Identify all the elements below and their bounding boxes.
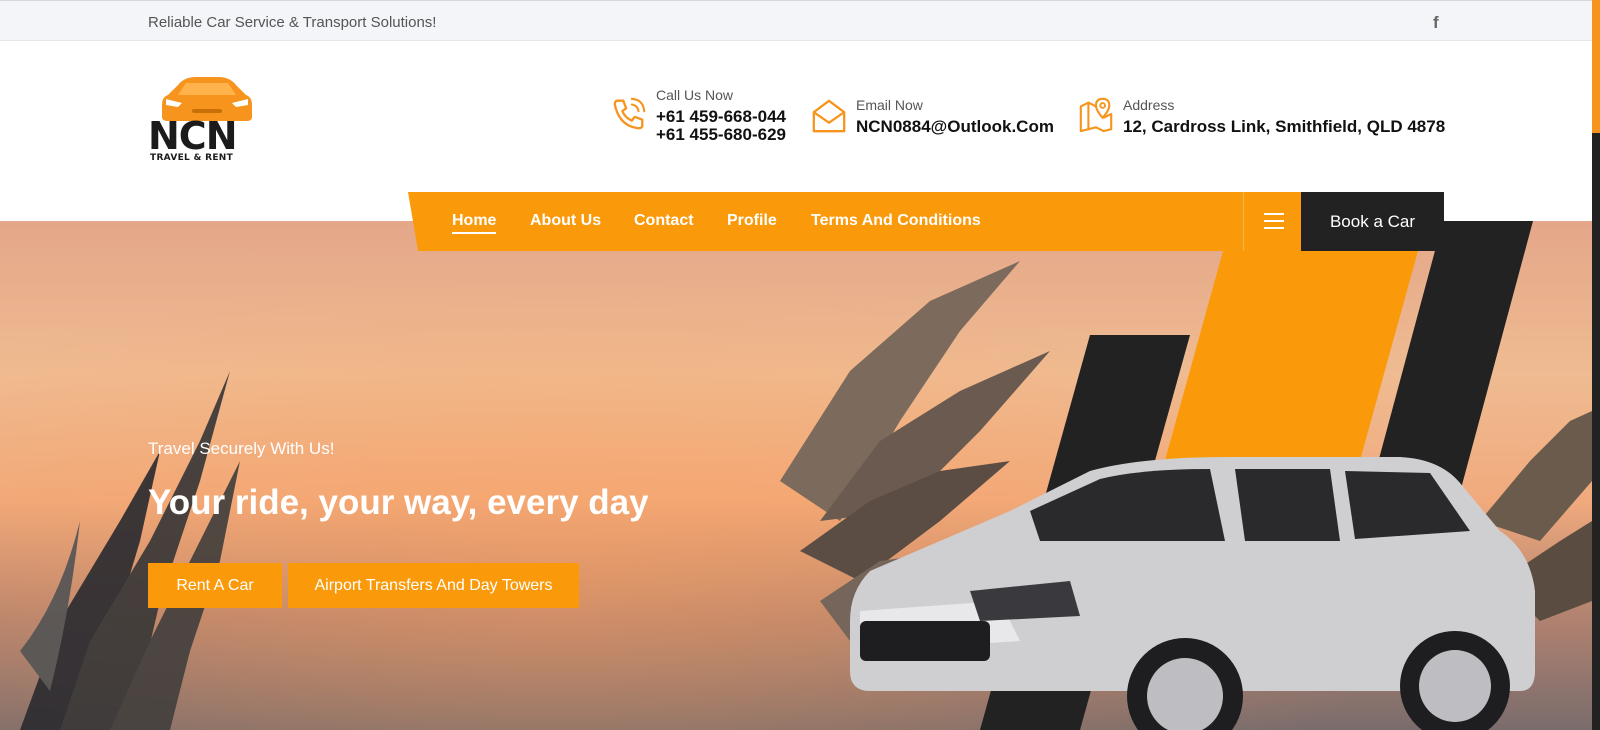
scrollbar[interactable] [1592, 0, 1600, 730]
email-label: Email Now [856, 97, 923, 113]
hero-kicker: Travel Securely With Us! [148, 439, 335, 458]
phone-number-2[interactable]: +61 455-680-629 [656, 125, 786, 145]
facebook-icon[interactable]: f [1433, 13, 1439, 33]
logo[interactable]: NCN TRAVEL & RENT [148, 75, 268, 165]
scrollbar-thumb[interactable] [1592, 0, 1600, 133]
map-pin-icon [1079, 97, 1113, 133]
call-label: Call Us Now [656, 87, 734, 103]
nav-item-profile[interactable]: Profile [727, 212, 777, 230]
phone-number-1[interactable]: +61 459-668-044 [656, 107, 786, 127]
nav-item-contact[interactable]: Contact [634, 212, 694, 230]
scrollbar-track [1592, 133, 1600, 730]
book-a-car-button[interactable]: Book a Car [1301, 192, 1444, 251]
email-address[interactable]: NCN0884@Outlook.Com [856, 117, 1054, 137]
phone-icon [613, 97, 646, 130]
hero-illustration [20, 221, 1592, 730]
hero-headline: Your ride, your way, every day [148, 483, 649, 522]
nav-item-terms[interactable]: Terms And Conditions [811, 212, 981, 230]
hamburger-icon[interactable] [1243, 192, 1301, 251]
envelope-icon [812, 99, 846, 133]
nav-item-home[interactable]: Home [452, 212, 497, 234]
logo-subtitle: TRAVEL & RENT [150, 153, 234, 163]
logo-name: NCN [148, 114, 237, 158]
street-address: 12, Cardross Link, Smithfield, QLD 4878 [1123, 117, 1446, 136]
address-label: Address [1123, 97, 1175, 113]
rent-a-car-button[interactable]: Rent A Car [148, 563, 282, 608]
tagline: Reliable Car Service & Transport Solutio… [148, 14, 437, 31]
hero-banner: Travel Securely With Us! Your ride, your… [0, 221, 1592, 730]
airport-transfers-button[interactable]: Airport Transfers And Day Towers [288, 563, 579, 608]
top-bar: Reliable Car Service & Transport Solutio… [0, 0, 1592, 41]
nav-item-about-us[interactable]: About Us [530, 212, 601, 230]
